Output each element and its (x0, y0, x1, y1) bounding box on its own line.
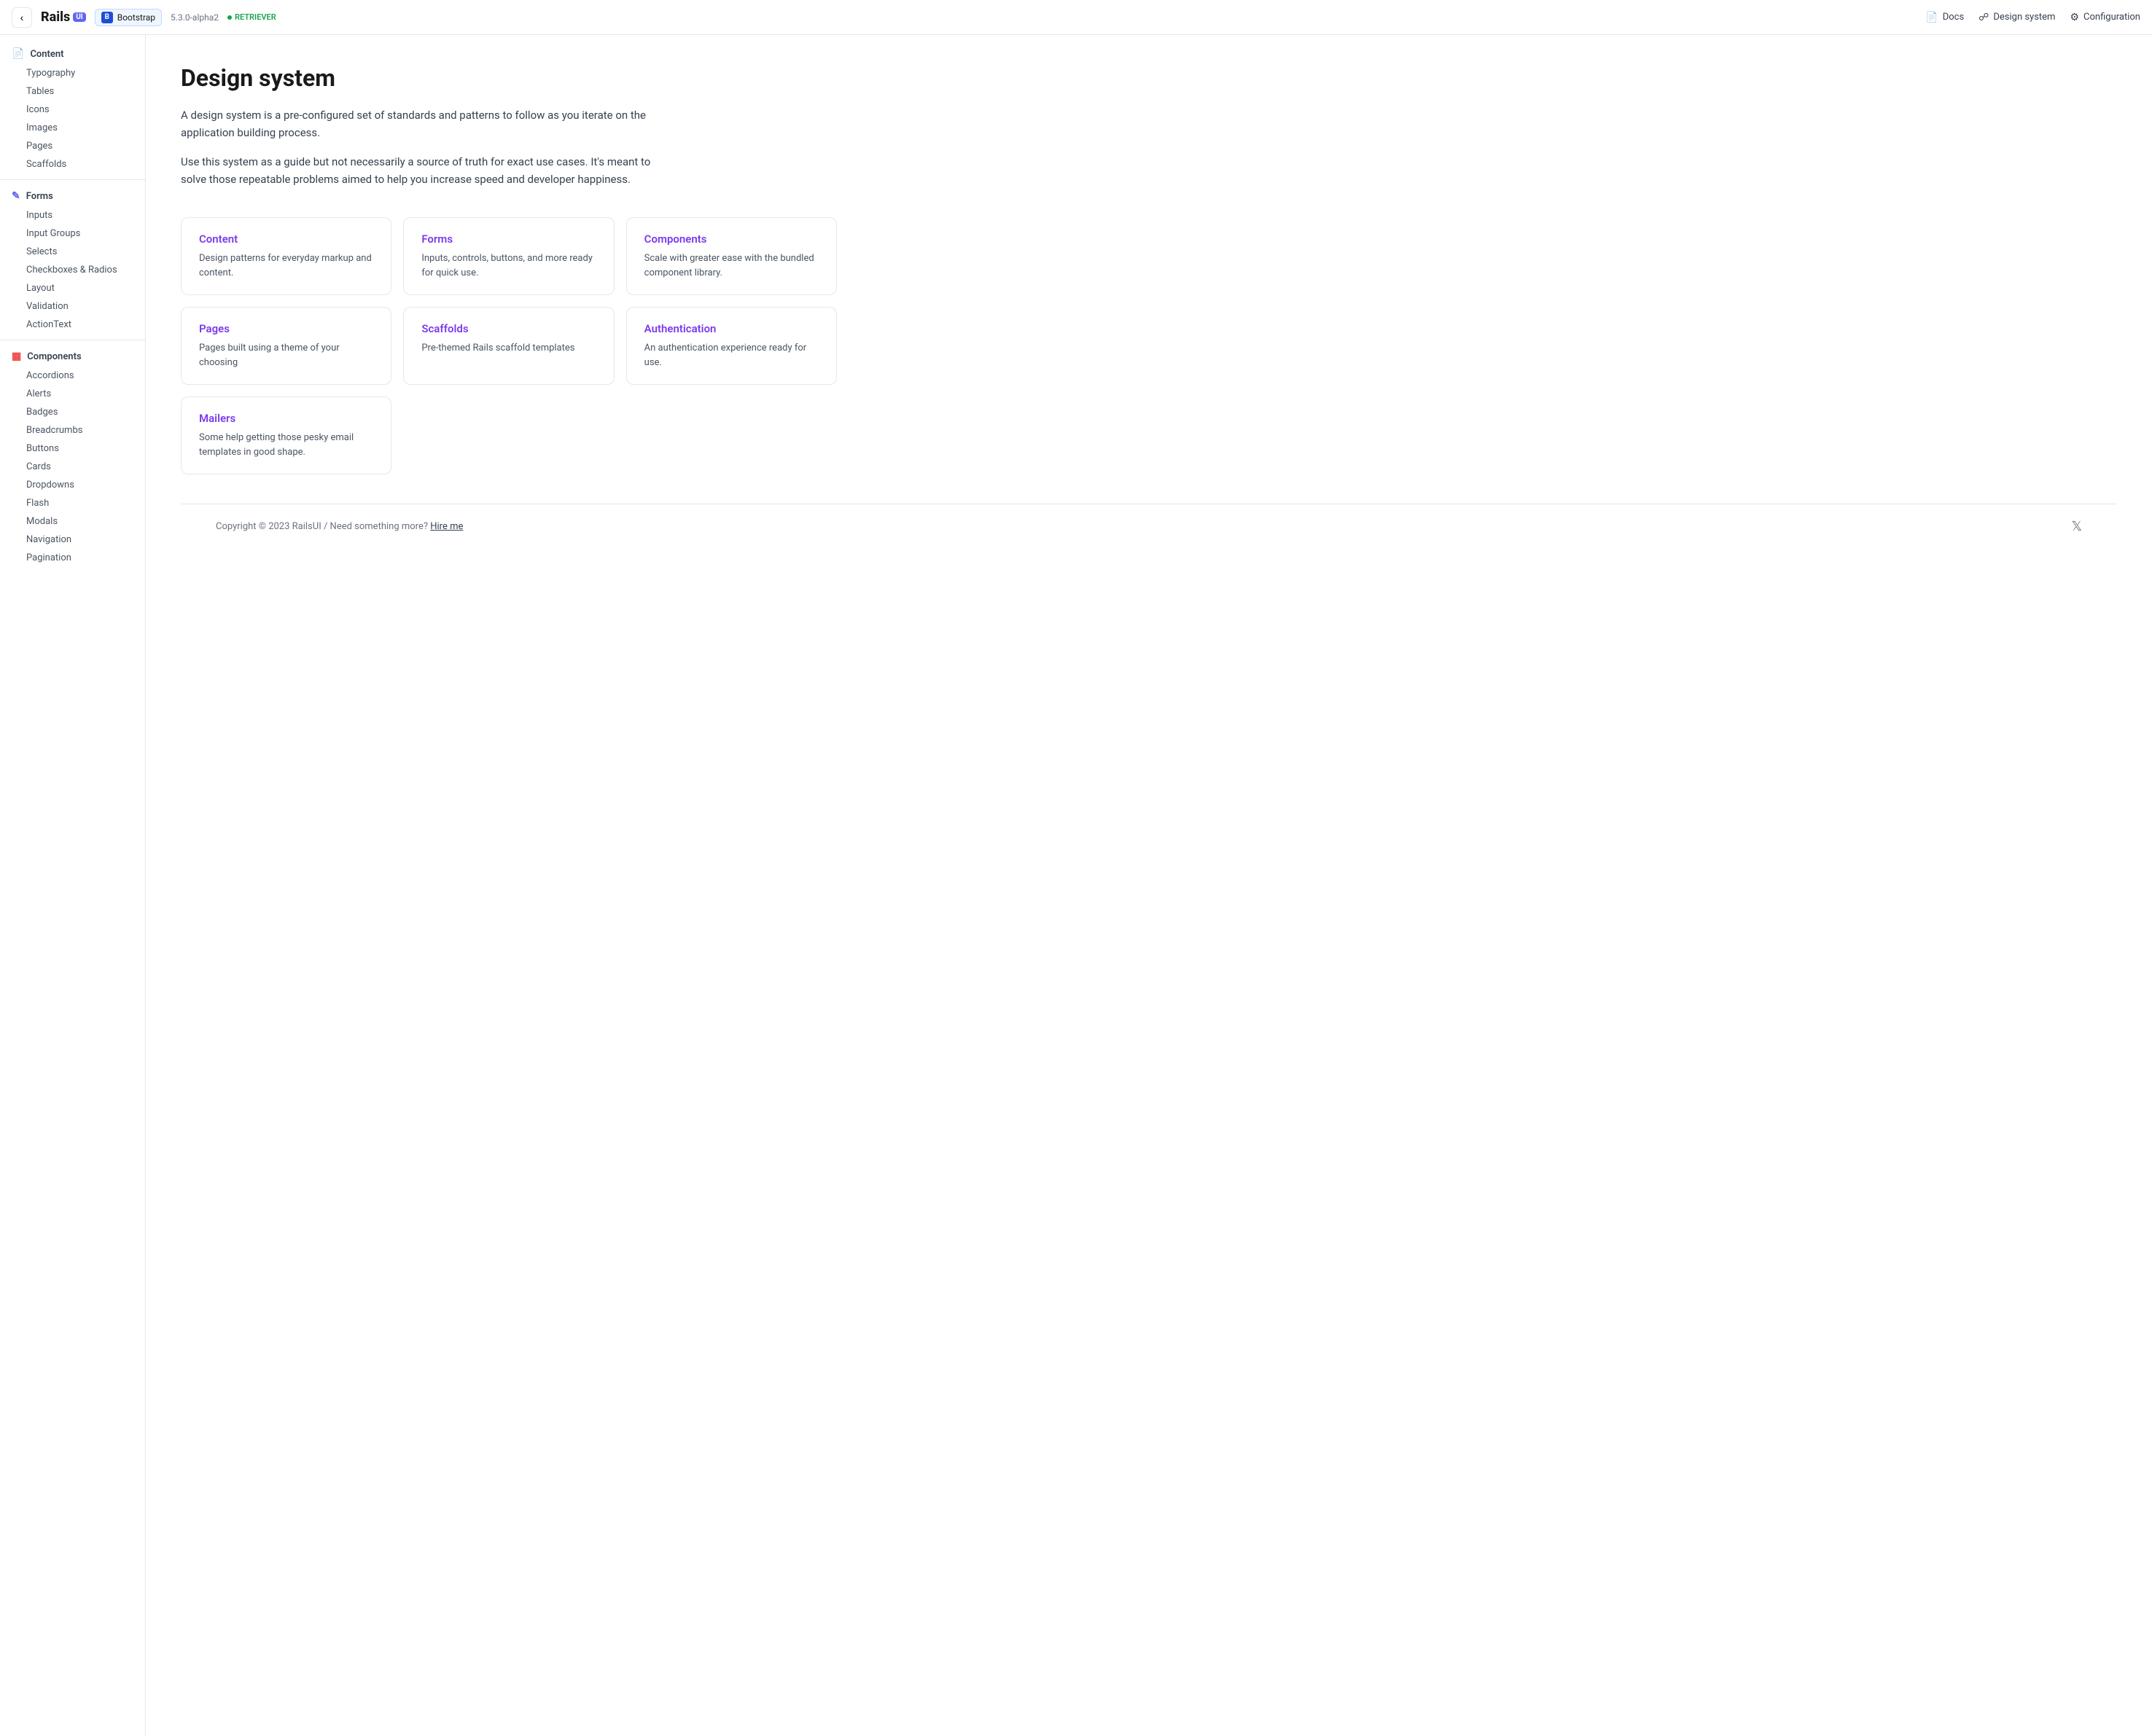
sidebar-item-scaffolds[interactable]: Scaffolds (0, 155, 145, 173)
docs-icon: 📄 (1925, 12, 1938, 23)
card-mailers-description: Some help getting those pesky email temp… (199, 431, 373, 459)
back-icon: ‹ (20, 12, 24, 23)
card-pages-description: Pages built using a theme of your choosi… (199, 341, 373, 370)
sidebar-divider-1 (0, 179, 145, 180)
card-components-title: Components (644, 232, 819, 246)
card-authentication-title: Authentication (644, 322, 819, 335)
sidebar-item-input-groups[interactable]: Input Groups (0, 224, 145, 243)
footer-copyright: Copyright © 2023 RailsUI / Need somethin… (216, 521, 428, 532)
sidebar-item-tables[interactable]: Tables (0, 82, 145, 101)
twitter-icon[interactable]: 𝕏 (2071, 519, 2082, 534)
sidebar-item-buttons[interactable]: Buttons (0, 439, 145, 458)
docs-label: Docs (1943, 12, 1964, 23)
card-pages-title: Pages (199, 322, 373, 335)
logo-badge: UI (73, 12, 86, 22)
card-forms-description: Inputs, controls, buttons, and more read… (421, 251, 596, 280)
page-title: Design system (181, 64, 2117, 92)
card-forms[interactable]: Forms Inputs, controls, buttons, and mor… (403, 217, 614, 295)
sidebar-item-badges[interactable]: Badges (0, 403, 145, 421)
sidebar-section-forms: ✎ Forms Inputs Input Groups Selects Chec… (0, 186, 145, 334)
card-scaffolds[interactable]: Scaffolds Pre-themed Rails scaffold temp… (403, 307, 614, 385)
brand-badge: B Bootstrap (95, 9, 162, 26)
sidebar-item-actiontext[interactable]: ActionText (0, 316, 145, 334)
sidebar-item-modals[interactable]: Modals (0, 512, 145, 531)
card-mailers[interactable]: Mailers Some help getting those pesky em… (181, 396, 391, 474)
sidebar-components-label: Components (27, 351, 81, 362)
footer-text: Copyright © 2023 RailsUI / Need somethin… (216, 521, 463, 532)
sidebar-item-navigation[interactable]: Navigation (0, 531, 145, 549)
card-content-title: Content (199, 232, 373, 246)
sidebar-section-header-components: ▦ Components (0, 346, 145, 367)
card-authentication-description: An authentication experience ready for u… (644, 341, 819, 370)
sidebar-item-layout[interactable]: Layout (0, 279, 145, 297)
retriever-label: RETRIEVER (235, 12, 276, 22)
page-description-1: A design system is a pre-configured set … (181, 106, 677, 141)
design-system-icon: ☍ (1978, 12, 1989, 23)
card-components[interactable]: Components Scale with greater ease with … (626, 217, 837, 295)
card-content[interactable]: Content Design patterns for everyday mar… (181, 217, 391, 295)
sidebar-section-content: 📄 Content Typography Tables Icons Images… (0, 44, 145, 173)
card-components-description: Scale with greater ease with the bundled… (644, 251, 819, 280)
sidebar-item-checkboxes[interactable]: Checkboxes & Radios (0, 261, 145, 279)
forms-section-icon: ✎ (12, 190, 20, 202)
configuration-link[interactable]: ⚙ Configuration (2070, 12, 2140, 23)
page-description-2: Use this system as a guide but not neces… (181, 153, 677, 188)
design-system-label: Design system (1993, 12, 2055, 23)
brand-icon: B (101, 12, 113, 23)
sidebar-item-pages[interactable]: Pages (0, 137, 145, 155)
sidebar-item-accordions[interactable]: Accordions (0, 367, 145, 385)
sidebar-item-icons[interactable]: Icons (0, 101, 145, 119)
sidebar-item-pagination[interactable]: Pagination (0, 549, 145, 567)
configuration-label: Configuration (2083, 12, 2140, 23)
cards-grid: Content Design patterns for everyday mar… (181, 217, 837, 474)
sidebar-section-header-content: 📄 Content (0, 44, 145, 64)
sidebar-section-components: ▦ Components Accordions Alerts Badges Br… (0, 346, 145, 567)
content-section-icon: 📄 (12, 48, 24, 60)
gear-icon: ⚙ (2070, 12, 2079, 23)
sidebar-item-alerts[interactable]: Alerts (0, 385, 145, 403)
card-mailers-title: Mailers (199, 412, 373, 425)
app-body: 📄 Content Typography Tables Icons Images… (0, 35, 2152, 1736)
sidebar-forms-label: Forms (26, 191, 53, 202)
card-forms-title: Forms (421, 232, 596, 246)
footer: Copyright © 2023 RailsUI / Need somethin… (181, 504, 2117, 549)
sidebar-item-validation[interactable]: Validation (0, 297, 145, 316)
card-content-description: Design patterns for everyday markup and … (199, 251, 373, 280)
design-system-link[interactable]: ☍ Design system (1978, 12, 2055, 23)
logo: Rails UI (41, 9, 86, 25)
sidebar-section-header-forms: ✎ Forms (0, 186, 145, 206)
version-badge: 5.3.0-alpha2 (171, 12, 219, 23)
components-section-icon: ▦ (12, 351, 21, 362)
main-content: Design system A design system is a pre-c… (146, 35, 2152, 1736)
docs-link[interactable]: 📄 Docs (1925, 12, 1964, 23)
retriever-badge: RETRIEVER (227, 12, 276, 22)
nav-right: 📄 Docs ☍ Design system ⚙ Configuration (1925, 12, 2140, 23)
card-scaffolds-description: Pre-themed Rails scaffold templates (421, 341, 596, 356)
logo-text: Rails (41, 9, 70, 25)
sidebar-item-breadcrumbs[interactable]: Breadcrumbs (0, 421, 145, 439)
sidebar-content-label: Content (30, 49, 63, 60)
sidebar: 📄 Content Typography Tables Icons Images… (0, 35, 146, 1736)
sidebar-item-cards[interactable]: Cards (0, 458, 145, 476)
top-nav: ‹ Rails UI B Bootstrap 5.3.0-alpha2 RETR… (0, 0, 2152, 35)
brand-name: Bootstrap (117, 12, 155, 23)
sidebar-item-flash[interactable]: Flash (0, 494, 145, 512)
sidebar-item-selects[interactable]: Selects (0, 243, 145, 261)
sidebar-item-inputs[interactable]: Inputs (0, 206, 145, 224)
card-authentication[interactable]: Authentication An authentication experie… (626, 307, 837, 385)
sidebar-item-images[interactable]: Images (0, 119, 145, 137)
hire-link[interactable]: Hire me (430, 521, 463, 532)
nav-left: ‹ Rails UI B Bootstrap 5.3.0-alpha2 RETR… (12, 7, 276, 28)
card-pages[interactable]: Pages Pages built using a theme of your … (181, 307, 391, 385)
sidebar-item-dropdowns[interactable]: Dropdowns (0, 476, 145, 494)
sidebar-item-typography[interactable]: Typography (0, 64, 145, 82)
card-scaffolds-title: Scaffolds (421, 322, 596, 335)
retriever-dot (227, 15, 232, 20)
back-button[interactable]: ‹ (12, 7, 32, 28)
